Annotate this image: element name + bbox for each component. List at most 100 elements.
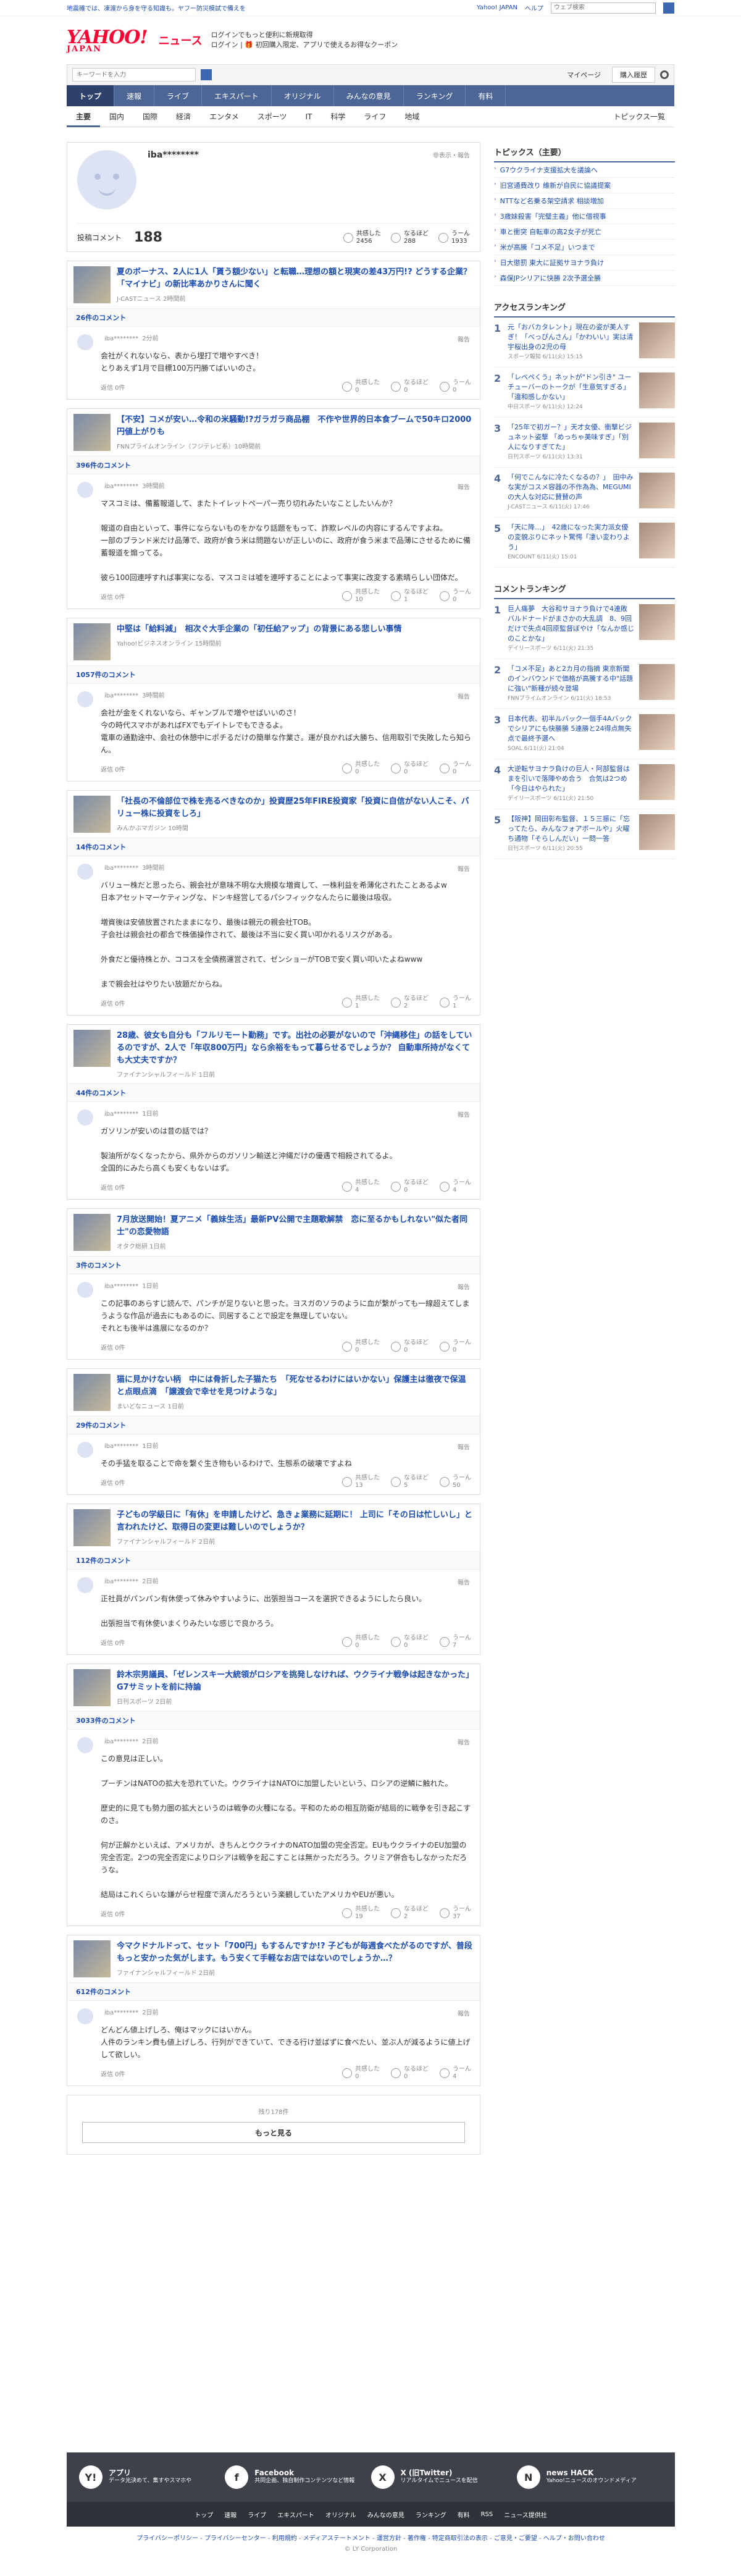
- empathy-reaction-button[interactable]: 共感した 19: [342, 1906, 380, 1921]
- reply-toggle[interactable]: 返信 0件: [101, 764, 125, 773]
- ranking-item[interactable]: 1 巨人痛夢 大谷和サヨナラ負けで4連敗 バルドナードがまさかの大乱調 8、9回だ…: [494, 599, 675, 659]
- nav-expert[interactable]: エキスパート: [202, 85, 272, 106]
- article-header[interactable]: 今マクドナルドって、セット「700円」もするんですか!? 子どもが毎週食べたがる…: [67, 1935, 480, 1983]
- commenter-name[interactable]: iba******** 1日前: [101, 1281, 471, 1290]
- commenter-name[interactable]: iba******** 2日前: [101, 2007, 471, 2016]
- topic-link[interactable]: 日大懲罰 東大に証拠サヨナラ負け: [500, 258, 605, 267]
- article-thumbnail[interactable]: [73, 414, 111, 451]
- nav-paid[interactable]: 有料: [466, 85, 506, 106]
- cat-world[interactable]: 国際: [133, 111, 167, 122]
- ranking-item[interactable]: 5 【阪神】岡田彰布監督、１５三振に「忘ってたら、みんなフォアボールや」火曜ち通物…: [494, 809, 675, 859]
- web-search-input[interactable]: [551, 2, 656, 14]
- cat-domestic[interactable]: 国内: [100, 111, 133, 122]
- topic-item[interactable]: › 森保JPシリアに快勝 2次予選全勝: [494, 271, 675, 286]
- cat-local[interactable]: 地域: [395, 111, 429, 122]
- report-link[interactable]: 報告: [458, 334, 470, 343]
- topic-link[interactable]: 3歳妹殺害「完璧主義」他に借視事: [500, 211, 606, 221]
- comment-count-link[interactable]: 44件のコメント: [67, 1084, 480, 1102]
- ranking-thumbnail[interactable]: [639, 423, 675, 458]
- hmm-reaction-button[interactable]: うーん 1: [440, 995, 471, 1010]
- comment-count-link[interactable]: 26件のコメント: [67, 309, 480, 327]
- comment-count-link[interactable]: 3033件のコメント: [67, 1712, 480, 1730]
- ranking-thumbnail[interactable]: [639, 523, 675, 558]
- empathy-reaction-button[interactable]: 共感した 4: [342, 1179, 380, 1194]
- login-promo[interactable]: ログインでもっと便利に新規取得 ログイン | 🎁 初回購入限定、アプリで使えるお…: [211, 30, 398, 50]
- commenter-name[interactable]: iba******** 2分前: [101, 333, 471, 342]
- ranking-thumbnail[interactable]: [639, 764, 675, 800]
- naruhodo-reaction-button[interactable]: なるほど 0: [391, 1339, 429, 1354]
- footer-link[interactable]: エキスパート: [277, 2510, 314, 2519]
- reply-toggle[interactable]: 返信 0件: [101, 1182, 125, 1192]
- naruhodo-reaction-button[interactable]: なるほど 0: [391, 761, 429, 776]
- news-logo[interactable]: ニュース: [159, 32, 203, 48]
- article-thumbnail[interactable]: [73, 1940, 111, 1977]
- footer-link[interactable]: 有料: [458, 2510, 470, 2519]
- article-title[interactable]: 7月放送開始！夏アニメ「義妹生活」最新PV公開で主題歌解禁 恋に至るかもしれない…: [117, 1214, 474, 1239]
- report-link[interactable]: 報告: [458, 1442, 470, 1451]
- report-link[interactable]: 報告: [458, 1109, 470, 1119]
- topic-link[interactable]: 森保JPシリアに快勝 2次予選全勝: [500, 273, 601, 283]
- footer-link[interactable]: ランキング: [416, 2510, 446, 2519]
- article-title[interactable]: 今マクドナルドって、セット「700円」もするんですか!? 子どもが毎週食べたがる…: [117, 1940, 474, 1965]
- article-title[interactable]: 28歳、彼女も自分も「フルリモート勤務」です。出社の必要がないので「沖縄移住」の…: [117, 1030, 474, 1067]
- topics-list-link[interactable]: トピックス一覧: [604, 111, 674, 122]
- nav-top[interactable]: トップ: [67, 85, 115, 106]
- commenter-name[interactable]: iba******** 3時間前: [101, 481, 471, 490]
- naruhodo-reaction-button[interactable]: なるほど 0: [391, 379, 429, 394]
- ranking-item[interactable]: 3 「25年で初ガー？」天才女優、衝撃ビジュネット姿撃 「めっちゃ美味すぎ」「別人…: [494, 418, 675, 468]
- ranking-thumbnail[interactable]: [639, 604, 675, 640]
- empathy-reaction-button[interactable]: 共感した 1: [342, 995, 380, 1010]
- report-link[interactable]: 報告: [458, 691, 470, 701]
- topic-link[interactable]: NTTなど名乗る架空請求 相談増加: [500, 196, 604, 206]
- article-thumbnail[interactable]: [73, 1214, 111, 1251]
- reply-toggle[interactable]: 返信 0件: [101, 1478, 125, 1487]
- cat-life[interactable]: ライフ: [354, 111, 395, 122]
- topic-link[interactable]: 車と衝突 自転車の高2女子が死亡: [500, 227, 602, 237]
- ranking-item[interactable]: 1 元「おバカタレント」現在の姿が美人すぎ！「べっぴんさん」「かわいい」実は清宇桜…: [494, 318, 675, 368]
- naruhodo-reaction-button[interactable]: なるほど 2: [391, 995, 429, 1010]
- footer-app[interactable]: Nnews HACK Yahoo!ニュースのオウンドメディア: [516, 2465, 663, 2489]
- report-link[interactable]: 報告: [458, 482, 470, 491]
- ranking-title[interactable]: 「25年で初ガー？」天才女優、衝撃ビジュネット姿撃 「めっちゃ美味すぎ」「別人に…: [508, 423, 634, 452]
- reply-toggle[interactable]: 返信 0件: [101, 1909, 125, 1918]
- article-title[interactable]: 夏のボーナス、2人に1人「貰う額少ない」と転職…理想の額と現実の差43万円!? …: [117, 266, 474, 291]
- commenter-name[interactable]: iba******** 2日前: [101, 1576, 471, 1585]
- article-thumbnail[interactable]: [73, 623, 111, 660]
- naruhodo-reaction-button[interactable]: なるほど 0: [391, 1635, 429, 1649]
- ranking-thumbnail[interactable]: [639, 322, 675, 358]
- search-icon[interactable]: [201, 69, 212, 80]
- comment-count-link[interactable]: 112件のコメント: [67, 1552, 480, 1570]
- comment-count-link[interactable]: 29件のコメント: [67, 1416, 480, 1434]
- help-link[interactable]: ヘルプ: [525, 3, 543, 12]
- nav-live[interactable]: ライブ: [154, 85, 203, 106]
- nav-original[interactable]: オリジナル: [272, 85, 334, 106]
- purchase-history-button[interactable]: 購入履歴: [612, 67, 655, 83]
- ranking-item[interactable]: 4 大逆転サヨナラ負けの巨人・阿部監督はまを引いで落陣やめ合う 合気は2つめ「今日…: [494, 759, 675, 809]
- topic-link[interactable]: G7ウクライナ支援拡大を議論へ: [500, 165, 598, 175]
- topic-item[interactable]: › 旧宮通費改り 維新が自民に協議提案: [494, 178, 675, 193]
- naruhodo-reaction-button[interactable]: なるほど 0: [391, 1179, 429, 1194]
- empathy-reaction-button[interactable]: 共感した 10: [342, 589, 380, 604]
- ranking-title[interactable]: 巨人痛夢 大谷和サヨナラ負けで4連敗 バルドナードがまさかの大乱調 8、9回だけ…: [508, 604, 634, 644]
- ranking-title[interactable]: 元「おバカタレント」現在の姿が美人すぎ！「べっぴんさん」「かわいい」実は清宇桜出…: [508, 322, 634, 352]
- footer-app[interactable]: f Facebook 共同企画、独自制作コンテンツなど情報: [225, 2465, 371, 2489]
- article-header[interactable]: 【不安】コメが安い…令和の米騒動!?ガラガラ商品棚 不作や世界的日本食ブームで5…: [67, 409, 480, 457]
- reply-toggle[interactable]: 返信 0件: [101, 2069, 125, 2078]
- ranking-thumbnail[interactable]: [639, 373, 675, 408]
- ranking-thumbnail[interactable]: [639, 664, 675, 700]
- hmm-reaction-button[interactable]: うーん 0: [440, 1339, 471, 1354]
- footer-app[interactable]: Y! アプリ データ光決めて、集すやスマホや: [79, 2465, 225, 2489]
- reply-toggle[interactable]: 返信 0件: [101, 382, 125, 392]
- article-header[interactable]: 28歳、彼女も自分も「フルリモート勤務」です。出社の必要がないので「沖縄移住」の…: [67, 1025, 480, 1084]
- article-title[interactable]: 「社長の不倫部位で株を売るべきなのか」投資歴25年FIRE投資家「投資に自信がな…: [117, 796, 474, 820]
- ranking-thumbnail[interactable]: [639, 814, 675, 850]
- ranking-title[interactable]: 大逆転サヨナラ負けの巨人・阿部監督はまを引いで落陣やめ合う 合気は2つめ「今日は…: [508, 764, 634, 794]
- ranking-item[interactable]: 5 「天に降…」 42歳になった実力派女優の変貌ぶりにネット驚愕「凄い変わりよう」…: [494, 518, 675, 568]
- article-thumbnail[interactable]: [73, 266, 111, 303]
- nav-breaking[interactable]: 速報: [114, 85, 155, 106]
- empathy-reaction-button[interactable]: 共感した 0: [342, 761, 380, 776]
- hmm-reaction-button[interactable]: うーん 37: [440, 1906, 471, 1921]
- article-title[interactable]: 鈴木宗男議員、「ゼレンスキー大統領がロシアを挑発しなければ、ウクライナ戦争は起き…: [117, 1669, 474, 1694]
- ranking-item[interactable]: 3 日本代表、初半ルバック一個手4Aバックでシリアにも快勝勝 5連勝と24得点無失…: [494, 709, 675, 759]
- cat-sports[interactable]: スポーツ: [248, 111, 296, 122]
